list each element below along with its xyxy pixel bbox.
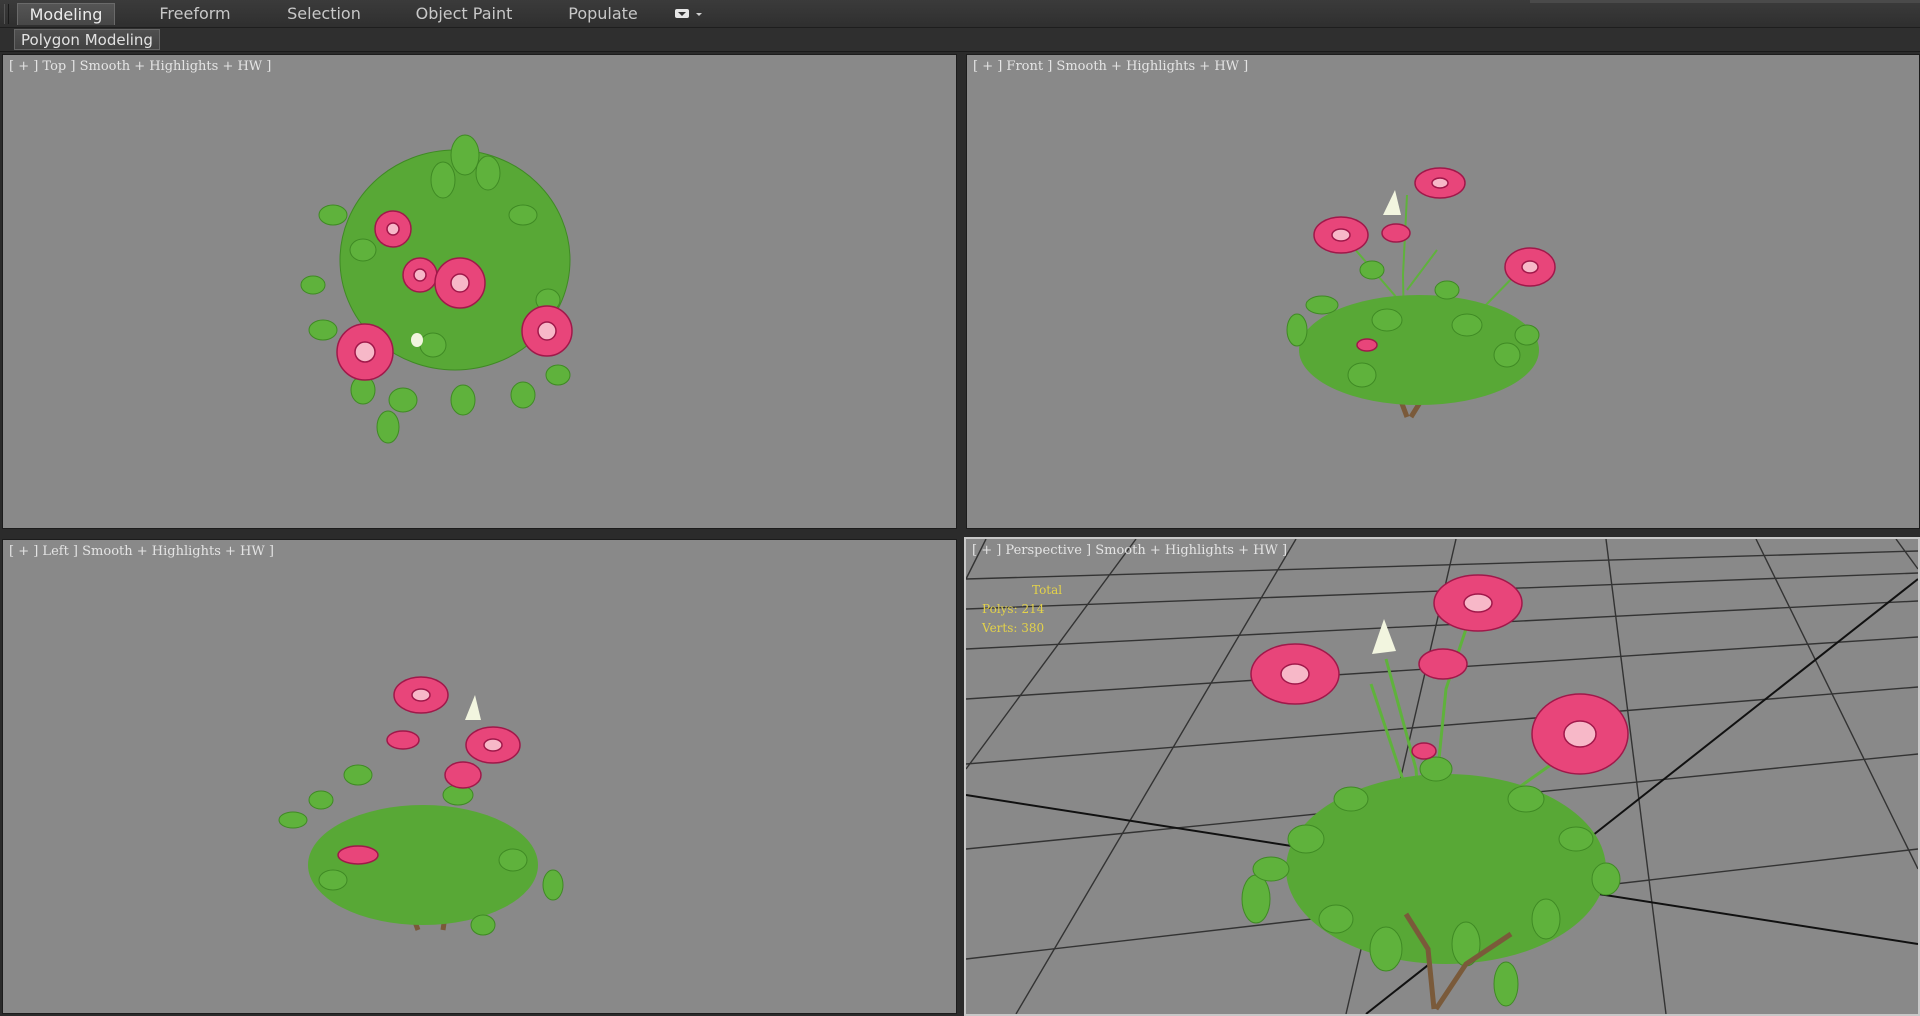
perspective-scene bbox=[966, 539, 1918, 1014]
statistics-overlay: Total Polys: 214 Verts: 380 bbox=[982, 581, 1062, 638]
viewport-perspective-label[interactable]: [ + ] Perspective ] Smooth + Highlights … bbox=[972, 543, 1287, 558]
tab-populate[interactable]: Populate bbox=[556, 3, 650, 25]
peony-top-view bbox=[300, 134, 573, 444]
tab-freeform[interactable]: Freeform bbox=[142, 3, 248, 25]
peony-front-view bbox=[1286, 167, 1556, 419]
peony-left-view bbox=[278, 676, 564, 936]
ribbon-right-bar bbox=[1530, 0, 1920, 3]
polygon-modeling-button[interactable]: Polygon Modeling bbox=[14, 29, 160, 50]
viewport-top[interactable]: [ + ] Top ] Smooth + Highlights + HW ] bbox=[2, 54, 957, 529]
viewport-left[interactable]: [ + ] Left ] Smooth + Highlights + HW ] bbox=[2, 539, 957, 1014]
ribbon-tab-bar: Modeling Freeform Selection Object Paint… bbox=[0, 0, 1920, 28]
ribbon-options-icon bbox=[675, 9, 702, 18]
ribbon-options-dropdown[interactable] bbox=[674, 6, 704, 22]
tab-selection[interactable]: Selection bbox=[274, 3, 374, 25]
stats-header: Total bbox=[1032, 583, 1063, 597]
tab-object-paint[interactable]: Object Paint bbox=[405, 3, 523, 25]
stats-verts: Verts: 380 bbox=[982, 621, 1045, 635]
tab-modeling[interactable]: Modeling bbox=[17, 3, 115, 25]
stats-polys: Polys: 214 bbox=[982, 602, 1045, 616]
ribbon-panel: Polygon Modeling bbox=[0, 28, 1920, 52]
ribbon-grip[interactable] bbox=[4, 4, 9, 24]
viewport-perspective[interactable]: [ + ] Perspective ] Smooth + Highlights … bbox=[964, 537, 1920, 1016]
viewport-front[interactable]: [ + ] Front ] Smooth + Highlights + HW ] bbox=[966, 54, 1920, 529]
